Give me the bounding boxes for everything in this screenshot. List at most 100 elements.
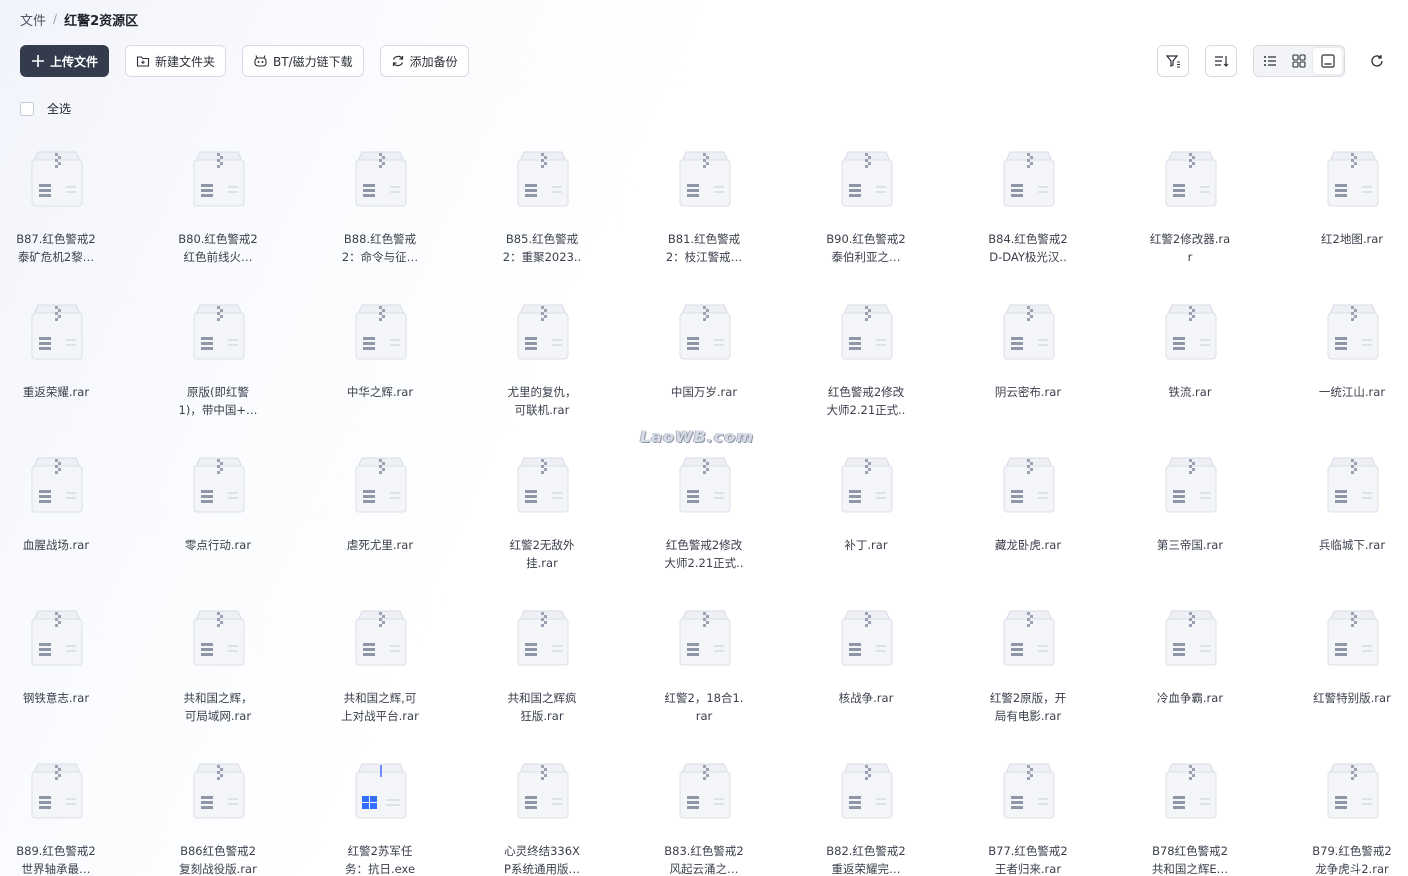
file-name: 共和国之辉， 可局域网.rar	[183, 691, 253, 723]
file-item[interactable]: B78红色警戒2 共和国之辉E…	[1115, 752, 1265, 876]
file-item[interactable]: B85.红色警戒 2：重聚2023..	[467, 140, 617, 280]
file-item[interactable]: B79.红色警戒2 龙争虎斗2.rar	[1277, 752, 1408, 876]
file-item[interactable]: 零点行动.rar	[143, 446, 293, 586]
file-name: 共和国之辉,可 上对战平台.rar	[341, 691, 419, 723]
file-item[interactable]: 原版(即红警 1)，带中国+…	[143, 293, 293, 433]
file-item[interactable]: B89.红色警戒2 世界轴承最…	[0, 752, 131, 876]
add-backup-button[interactable]: 添加备份	[379, 45, 469, 77]
file-item[interactable]: 虐死尤里.rar	[305, 446, 455, 586]
thumbnail-icon	[1321, 54, 1335, 68]
sort-button[interactable]	[1205, 45, 1237, 77]
file-item[interactable]: B86红色警戒2 复刻战役版.rar	[143, 752, 293, 876]
file-item[interactable]: 心灵终结336X P系统通用版…	[467, 752, 617, 876]
file-item[interactable]: 红警2无敌外 挂.rar	[467, 446, 617, 586]
file-item[interactable]: 藏龙卧虎.rar	[953, 446, 1103, 586]
file-item[interactable]: 重返荣耀.rar	[0, 293, 131, 433]
rar-archive-icon	[838, 608, 896, 668]
file-item[interactable]: 血腥战场.rar	[0, 446, 131, 586]
rar-archive-icon	[352, 149, 410, 209]
file-item[interactable]: B90.红色警戒2 泰伯利亚之…	[791, 140, 941, 280]
file-item[interactable]: 共和国之辉， 可局域网.rar	[143, 599, 293, 739]
rar-archive-icon	[1000, 608, 1058, 668]
file-name: 共和国之辉疯 狂版.rar	[507, 691, 577, 723]
rar-archive-icon	[28, 608, 86, 668]
plus-icon	[32, 55, 44, 67]
file-item[interactable]: B83.红色警戒2 风起云涌之…	[629, 752, 779, 876]
rar-archive-icon	[28, 149, 86, 209]
breadcrumb-root-link[interactable]: 文件	[20, 10, 46, 29]
file-item[interactable]: 补丁.rar	[791, 446, 941, 586]
upload-button-label: 上传文件	[50, 54, 99, 69]
file-name: B82.红色警戒2 重返荣耀完…	[826, 844, 906, 876]
file-item[interactable]: 兵临城下.rar	[1277, 446, 1408, 586]
select-all-label[interactable]: 全选	[47, 100, 71, 117]
rar-archive-icon	[190, 761, 248, 821]
file-item[interactable]: B88.红色警戒 2：命令与征…	[305, 140, 455, 280]
file-item[interactable]: B80.红色警戒2 红色前线火…	[143, 140, 293, 280]
filter-button[interactable]	[1157, 45, 1189, 77]
robot-icon	[254, 55, 267, 67]
file-item[interactable]: 核战争.rar	[791, 599, 941, 739]
view-mode-switch	[1253, 45, 1345, 77]
rar-archive-icon	[514, 761, 572, 821]
file-item[interactable]: 尤里的复仇， 可联机.rar	[467, 293, 617, 433]
file-name: 藏龙卧虎.rar	[994, 538, 1062, 552]
file-name: 红警2原版，开 局有电影.rar	[989, 691, 1067, 723]
rar-archive-icon	[676, 608, 734, 668]
list-icon	[1264, 56, 1277, 66]
file-item[interactable]: 第三帝国.rar	[1115, 446, 1265, 586]
rar-archive-icon	[676, 302, 734, 362]
file-item[interactable]: 一统江山.rar	[1277, 293, 1408, 433]
file-item[interactable]: 红警2苏军任 务：抗日.exe	[305, 752, 455, 876]
list-view-button[interactable]	[1256, 48, 1285, 74]
upload-button[interactable]: 上传文件	[20, 45, 110, 77]
file-name: B88.红色警戒 2：命令与征…	[341, 232, 419, 264]
file-item[interactable]: B77.红色警戒2 王者归来.rar	[953, 752, 1103, 876]
file-item[interactable]: 红警特别版.rar	[1277, 599, 1408, 739]
breadcrumb: 文件 / 红警2资源区	[20, 10, 138, 29]
bt-download-button-label: BT/磁力链下载	[273, 54, 353, 69]
rar-archive-icon	[676, 761, 734, 821]
file-item[interactable]: B87.红色警戒2 泰矿危机2黎…	[0, 140, 131, 280]
file-item[interactable]: B81.红色警戒 2：枝江警戒…	[629, 140, 779, 280]
rar-archive-icon	[838, 455, 896, 515]
file-item[interactable]: 红色警戒2修改 大师2.21正式..	[791, 293, 941, 433]
file-item[interactable]: 阴云密布.rar	[953, 293, 1103, 433]
grid-icon	[1292, 54, 1306, 68]
file-name: 补丁.rar	[844, 538, 888, 552]
grid-view-button[interactable]	[1285, 48, 1314, 74]
rar-archive-icon	[190, 455, 248, 515]
file-name: B90.红色警戒2 泰伯利亚之…	[826, 232, 906, 264]
file-item[interactable]: 红警2修改器.ra r	[1115, 140, 1265, 280]
thumbnail-view-button[interactable]	[1313, 48, 1343, 74]
file-item[interactable]: 红警2原版，开 局有电影.rar	[953, 599, 1103, 739]
file-item[interactable]: 冷血争霸.rar	[1115, 599, 1265, 739]
rar-archive-icon	[838, 761, 896, 821]
rar-archive-icon	[514, 608, 572, 668]
rar-archive-icon	[190, 608, 248, 668]
file-item[interactable]: 中国万岁.rar	[629, 293, 779, 433]
rar-archive-icon	[838, 302, 896, 362]
file-item[interactable]: 中华之辉.rar	[305, 293, 455, 433]
new-folder-button[interactable]: 新建文件夹	[125, 45, 227, 77]
refresh-button[interactable]	[1361, 45, 1393, 77]
rar-archive-icon	[1324, 455, 1382, 515]
file-name: B86红色警戒2 复刻战役版.rar	[179, 844, 257, 876]
select-all-row: 全选	[20, 100, 71, 117]
file-item[interactable]: 红2地图.rar	[1277, 140, 1408, 280]
rar-archive-icon	[190, 149, 248, 209]
file-item[interactable]: B82.红色警戒2 重返荣耀完…	[791, 752, 941, 876]
select-all-checkbox[interactable]	[20, 101, 34, 116]
rar-archive-icon	[352, 608, 410, 668]
rar-archive-icon	[1000, 761, 1058, 821]
file-item[interactable]: 共和国之辉,可 上对战平台.rar	[305, 599, 455, 739]
add-backup-button-label: 添加备份	[409, 54, 458, 69]
bt-download-button[interactable]: BT/磁力链下载	[242, 45, 364, 77]
file-item[interactable]: 红警2，18合1. rar	[629, 599, 779, 739]
file-item[interactable]: 共和国之辉疯 狂版.rar	[467, 599, 617, 739]
file-name: B87.红色警戒2 泰矿危机2黎…	[16, 232, 96, 264]
file-item[interactable]: 钢铁意志.rar	[0, 599, 131, 739]
file-item[interactable]: 红色警戒2修改 大师2.21正式..	[629, 446, 779, 586]
file-item[interactable]: B84.红色警戒2 D-DAY极光汉..	[953, 140, 1103, 280]
file-item[interactable]: 铁流.rar	[1115, 293, 1265, 433]
